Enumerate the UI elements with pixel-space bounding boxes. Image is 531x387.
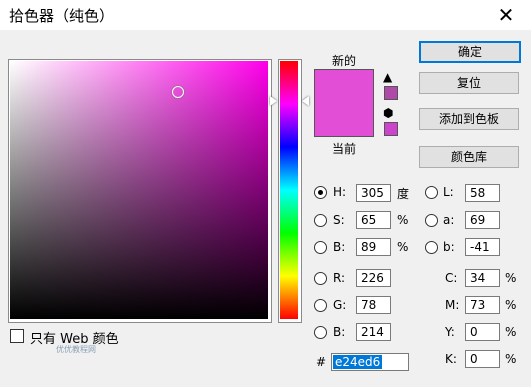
blue-label: B: [333, 325, 346, 339]
lab-a-label: a: [443, 213, 455, 227]
out-of-gamut-warning-icon: ▲ [383, 70, 393, 84]
new-color-label: 新的 [332, 54, 357, 68]
blue-input[interactable] [356, 323, 391, 341]
black-input[interactable] [465, 350, 500, 368]
blue-radio[interactable] [314, 326, 327, 339]
red-label: R: [333, 271, 346, 285]
yellow-label: Y: [445, 325, 455, 339]
web-safe-swatch[interactable] [384, 122, 398, 136]
brightness-unit: % [397, 240, 409, 254]
gamut-correction-swatch[interactable] [384, 86, 398, 100]
green-radio[interactable] [314, 299, 327, 312]
add-to-swatches-button[interactable]: 添加到色板 [419, 108, 519, 130]
saturation-label: S: [333, 213, 345, 227]
close-icon[interactable]: ✕ [492, 2, 520, 28]
web-safe-cube-icon: ⬢ [383, 106, 394, 120]
lab-l-input[interactable] [465, 184, 500, 202]
saturation-input[interactable] [356, 211, 391, 229]
hue-slider-handle-left[interactable] [270, 96, 277, 106]
cyan-unit: % [505, 271, 517, 285]
color-library-button[interactable]: 颜色库 [419, 146, 519, 168]
magenta-unit: % [505, 298, 517, 312]
ok-button[interactable]: 确定 [419, 41, 521, 63]
hex-input[interactable]: e24ed6 [331, 353, 409, 371]
black-unit: % [505, 352, 517, 366]
current-color-swatch[interactable] [315, 103, 373, 136]
hue-label: H: [333, 185, 347, 199]
lab-a-radio[interactable] [425, 214, 438, 227]
saturation-radio[interactable] [314, 214, 327, 227]
brightness-label: B: [333, 240, 346, 254]
red-radio[interactable] [314, 272, 327, 285]
green-label: G: [333, 298, 347, 312]
color-field[interactable] [10, 61, 268, 319]
magenta-label: M: [445, 298, 460, 312]
lab-b-input[interactable] [465, 238, 500, 256]
black-label: K: [445, 352, 457, 366]
green-input[interactable] [356, 296, 391, 314]
hex-value-selected: e24ed6 [333, 355, 383, 369]
watermark: 优优教程网 [56, 345, 96, 354]
lab-b-radio[interactable] [425, 241, 438, 254]
hue-unit: 度 [397, 187, 410, 201]
red-input[interactable] [356, 269, 391, 287]
lab-l-radio[interactable] [425, 186, 438, 199]
web-colors-only-checkbox[interactable] [10, 329, 24, 343]
hex-label: # [316, 355, 327, 369]
magenta-input[interactable] [465, 296, 500, 314]
hue-slider[interactable] [280, 61, 298, 319]
lab-l-label: L: [443, 185, 454, 199]
brightness-radio[interactable] [314, 241, 327, 254]
brightness-input[interactable] [356, 238, 391, 256]
color-field-cursor[interactable] [172, 86, 184, 98]
window-title: 拾色器（纯色） [9, 7, 115, 25]
yellow-unit: % [505, 325, 517, 339]
reset-button[interactable]: 复位 [419, 72, 519, 94]
lab-b-label: b: [443, 240, 455, 254]
hue-radio[interactable] [314, 186, 327, 199]
hue-slider-handle-right[interactable] [302, 96, 309, 106]
new-color-swatch [315, 70, 373, 103]
cyan-input[interactable] [465, 269, 500, 287]
cyan-label: C: [445, 271, 458, 285]
lab-a-input[interactable] [465, 211, 500, 229]
saturation-unit: % [397, 213, 409, 227]
current-color-label: 当前 [332, 142, 357, 156]
hue-input[interactable] [356, 184, 391, 202]
yellow-input[interactable] [465, 323, 500, 341]
